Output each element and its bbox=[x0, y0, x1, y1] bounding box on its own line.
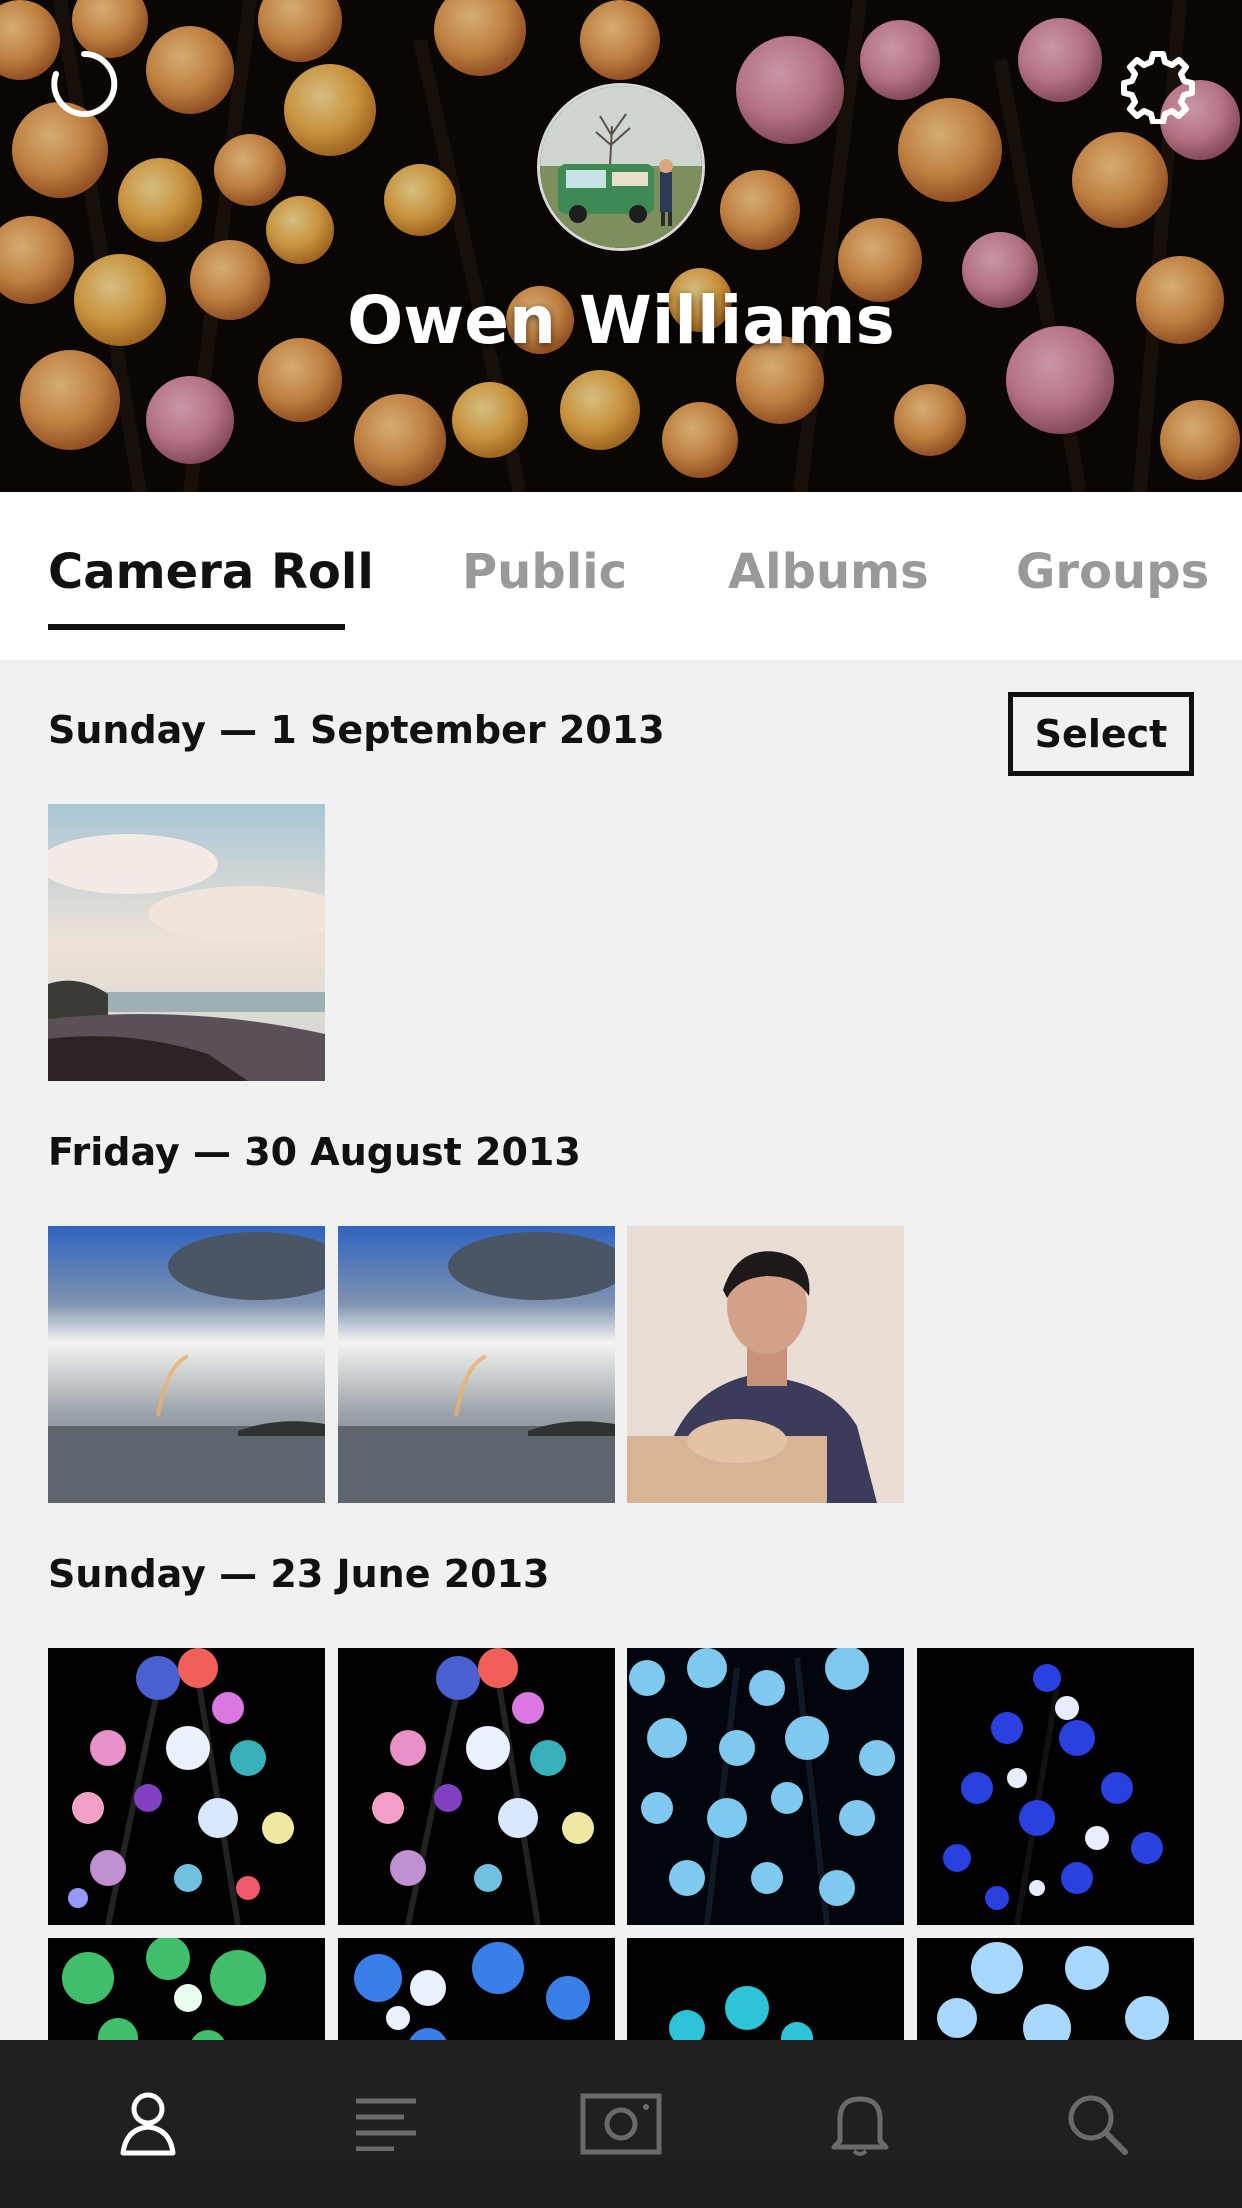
notifications-icon bbox=[831, 2096, 889, 2156]
photo-thumbnail[interactable] bbox=[627, 1938, 904, 2040]
sync-icon[interactable] bbox=[48, 48, 120, 120]
avatar-photo bbox=[540, 86, 702, 248]
nav-profile[interactable] bbox=[24, 2040, 272, 2208]
photo-thumbnail[interactable] bbox=[48, 1226, 325, 1503]
profile-name: Owen Williams bbox=[347, 282, 895, 359]
photo-thumbnail[interactable] bbox=[917, 1938, 1194, 2040]
photo-thumbnail[interactable] bbox=[338, 1226, 615, 1503]
photo-list: Sunday — 1 September 2013 Select Friday … bbox=[0, 660, 1242, 2040]
feed-icon bbox=[356, 2098, 416, 2151]
nav-camera[interactable] bbox=[497, 2040, 745, 2208]
tab-camera-roll[interactable]: Camera Roll bbox=[48, 544, 374, 600]
profile-header: Owen Williams bbox=[0, 0, 1242, 492]
tab-groups[interactable]: Groups bbox=[1016, 544, 1209, 600]
profile-icon bbox=[120, 2092, 176, 2156]
section-date-header: Friday — 30 August 2013 bbox=[48, 1130, 581, 1174]
select-button[interactable]: Select bbox=[1008, 692, 1194, 776]
nav-notifications[interactable] bbox=[736, 2040, 984, 2208]
camera-icon bbox=[580, 2093, 662, 2155]
search-icon bbox=[1068, 2095, 1128, 2155]
photo-thumbnail[interactable] bbox=[627, 1648, 904, 1925]
photo-thumbnail[interactable] bbox=[338, 1938, 615, 2040]
photo-thumbnail[interactable] bbox=[917, 1648, 1194, 1925]
photo-thumbnail[interactable] bbox=[338, 1648, 615, 1925]
nav-feed[interactable] bbox=[262, 2040, 510, 2208]
gear-icon[interactable] bbox=[1120, 48, 1196, 124]
section-date-header: Sunday — 1 September 2013 bbox=[48, 708, 665, 752]
tab-public[interactable]: Public bbox=[462, 544, 627, 600]
section-date-header: Sunday — 23 June 2013 bbox=[48, 1552, 550, 1596]
photo-thumbnail[interactable] bbox=[48, 804, 325, 1081]
avatar[interactable] bbox=[537, 83, 705, 251]
photo-thumbnail[interactable] bbox=[48, 1648, 325, 1925]
photo-thumbnail[interactable] bbox=[627, 1226, 904, 1503]
tab-bar: Camera Roll Public Albums Groups bbox=[0, 492, 1242, 660]
photo-thumbnail[interactable] bbox=[48, 1938, 325, 2040]
nav-search[interactable] bbox=[973, 2040, 1221, 2208]
active-tab-indicator bbox=[48, 624, 345, 630]
tab-albums[interactable]: Albums bbox=[728, 544, 929, 600]
bottom-navigation bbox=[0, 2040, 1242, 2208]
